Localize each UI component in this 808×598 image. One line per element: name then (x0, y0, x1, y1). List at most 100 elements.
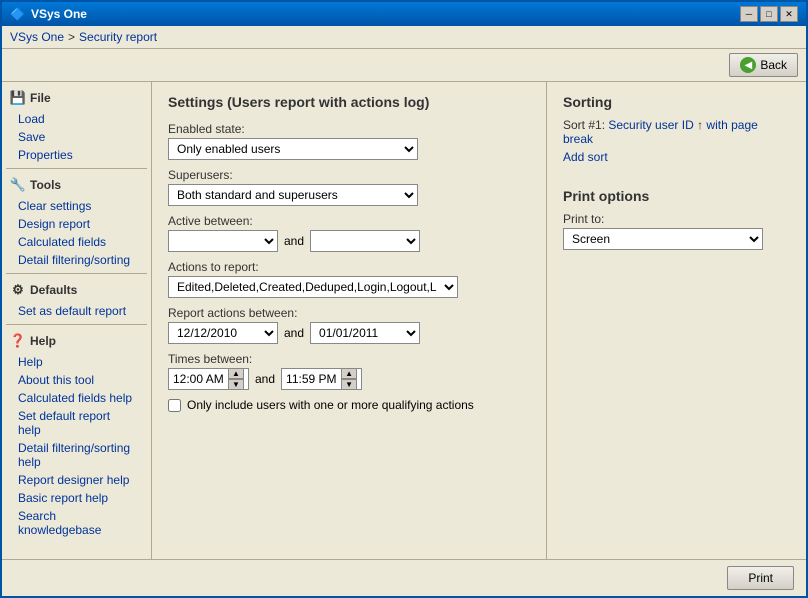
times-between-label: Times between: (168, 352, 530, 366)
qualifying-actions-label: Only include users with one or more qual… (187, 398, 474, 412)
main-content: Settings (Users report with actions log)… (152, 82, 546, 559)
sort1-arrow: ↑ (697, 118, 703, 132)
report-actions-between-label: Report actions between: (168, 306, 530, 320)
sidebar-help-label: Help (30, 334, 56, 348)
report-actions-end-select[interactable]: 01/01/2011 (310, 322, 420, 344)
sort-line-1: Sort #1: Security user ID ↑ with page br… (563, 118, 790, 146)
app-title: VSys One (31, 7, 87, 21)
back-label: Back (760, 58, 787, 72)
defaults-icon: ⚙ (10, 282, 26, 298)
actions-to-report-select[interactable]: Edited,Deleted,Created,Deduped,Login,Log… (168, 276, 458, 298)
sidebar-section-help: ❓ Help (2, 329, 151, 353)
enabled-state-select[interactable]: Only enabled users Only disabled users A… (168, 138, 418, 160)
report-actions-and: and (284, 326, 304, 340)
sidebar-item-about[interactable]: About this tool (2, 371, 151, 389)
title-bar-controls: ─ □ ✕ (740, 6, 798, 22)
times-end-spinners: ▲ ▼ (341, 368, 357, 390)
back-button[interactable]: ◀ Back (729, 53, 798, 77)
active-between-label: Active between: (168, 214, 530, 228)
superusers-label: Superusers: (168, 168, 530, 182)
active-between-and: and (284, 234, 304, 248)
minimize-button[interactable]: ─ (740, 6, 758, 22)
times-end-down[interactable]: ▼ (341, 379, 357, 390)
sidebar-item-save[interactable]: Save (2, 128, 151, 146)
active-between-row: and (168, 230, 530, 252)
file-icon: 💾 (10, 90, 26, 106)
sidebar-tools-label: Tools (30, 178, 61, 192)
report-actions-between-row: 12/12/2010 and 01/01/2011 (168, 322, 530, 344)
sidebar-section-defaults: ⚙ Defaults (2, 278, 151, 302)
print-to-label: Print to: (563, 212, 790, 226)
sidebar-item-properties[interactable]: Properties (2, 146, 151, 164)
sidebar-section-file: 💾 File (2, 86, 151, 110)
times-start-input[interactable] (173, 372, 228, 386)
avatar-area (2, 549, 151, 559)
divider-1 (6, 168, 147, 169)
times-between-row: ▲ ▼ and ▲ ▼ (168, 368, 530, 390)
settings-header: Settings (Users report with actions log) (168, 94, 530, 110)
active-between-start-select[interactable] (168, 230, 278, 252)
times-end-up[interactable]: ▲ (341, 368, 357, 379)
sidebar-item-load[interactable]: Load (2, 110, 151, 128)
superusers-select[interactable]: Both standard and superusers Only superu… (168, 184, 418, 206)
report-actions-between-group: Report actions between: 12/12/2010 and 0… (168, 306, 530, 344)
actions-to-report-group: Actions to report: Edited,Deleted,Create… (168, 260, 530, 298)
enabled-state-label: Enabled state: (168, 122, 530, 136)
sidebar-item-detail-filtering[interactable]: Detail filtering/sorting (2, 251, 151, 269)
back-icon: ◀ (740, 57, 756, 73)
active-between-end-select[interactable] (310, 230, 420, 252)
print-to-select[interactable]: Screen PDF Excel Word (563, 228, 763, 250)
sorting-header: Sorting (563, 94, 790, 110)
actions-to-report-label: Actions to report: (168, 260, 530, 274)
sidebar-item-report-designer-help[interactable]: Report designer help (2, 471, 151, 489)
add-sort-link[interactable]: Add sort (563, 150, 608, 164)
sidebar-item-set-default-help[interactable]: Set default report help (2, 407, 151, 439)
sidebar-item-clear-settings[interactable]: Clear settings (2, 197, 151, 215)
print-button[interactable]: Print (727, 566, 794, 590)
times-start-down[interactable]: ▼ (228, 379, 244, 390)
times-between-group: Times between: ▲ ▼ and ▲ ▼ (168, 352, 530, 390)
times-end-container: ▲ ▼ (281, 368, 362, 390)
content-area: 💾 File Load Save Properties 🔧 Tools Clea… (2, 82, 806, 559)
maximize-button[interactable]: □ (760, 6, 778, 22)
app-icon: 🔷 (10, 7, 25, 21)
footer: Print (2, 559, 806, 596)
sidebar-defaults-label: Defaults (30, 283, 77, 297)
sort1-field-link[interactable]: Security user ID (608, 118, 693, 132)
times-start-container: ▲ ▼ (168, 368, 249, 390)
sidebar-section-tools: 🔧 Tools (2, 173, 151, 197)
right-panel: Sorting Sort #1: Security user ID ↑ with… (546, 82, 806, 559)
times-end-input[interactable] (286, 372, 341, 386)
main-toolbar: ◀ Back (2, 49, 806, 82)
divider-2 (6, 273, 147, 274)
print-options-header: Print options (563, 188, 790, 204)
sidebar-item-detail-filtering-help[interactable]: Detail filtering/sorting help (2, 439, 151, 471)
enabled-state-group: Enabled state: Only enabled users Only d… (168, 122, 530, 160)
times-start-spinners: ▲ ▼ (228, 368, 244, 390)
sidebar-item-basic-report-help[interactable]: Basic report help (2, 489, 151, 507)
breadcrumb-current: Security report (79, 30, 157, 44)
qualifying-actions-checkbox[interactable] (168, 399, 181, 412)
sort1-prefix: Sort #1: (563, 118, 605, 132)
title-bar: 🔷 VSys One ─ □ ✕ (2, 2, 806, 26)
breadcrumb: VSys One > Security report (2, 26, 806, 49)
report-actions-start-select[interactable]: 12/12/2010 (168, 322, 278, 344)
sidebar-item-calculated-fields[interactable]: Calculated fields (2, 233, 151, 251)
times-and: and (255, 372, 275, 386)
sidebar-file-label: File (30, 91, 51, 105)
sidebar-item-design-report[interactable]: Design report (2, 215, 151, 233)
times-start-up[interactable]: ▲ (228, 368, 244, 379)
active-between-group: Active between: and (168, 214, 530, 252)
sidebar-item-calc-fields-help[interactable]: Calculated fields help (2, 389, 151, 407)
main-window: 🔷 VSys One ─ □ ✕ VSys One > Security rep… (0, 0, 808, 598)
close-button[interactable]: ✕ (780, 6, 798, 22)
sidebar-item-search-knowledgebase[interactable]: Search knowledgebase (2, 507, 151, 539)
tools-icon: 🔧 (10, 177, 26, 193)
sidebar: 💾 File Load Save Properties 🔧 Tools Clea… (2, 82, 152, 559)
sidebar-item-help[interactable]: Help (2, 353, 151, 371)
title-bar-left: 🔷 VSys One (10, 7, 87, 21)
breadcrumb-separator: > (68, 30, 75, 44)
superusers-group: Superusers: Both standard and superusers… (168, 168, 530, 206)
sidebar-item-set-default[interactable]: Set as default report (2, 302, 151, 320)
breadcrumb-parent[interactable]: VSys One (10, 30, 64, 44)
